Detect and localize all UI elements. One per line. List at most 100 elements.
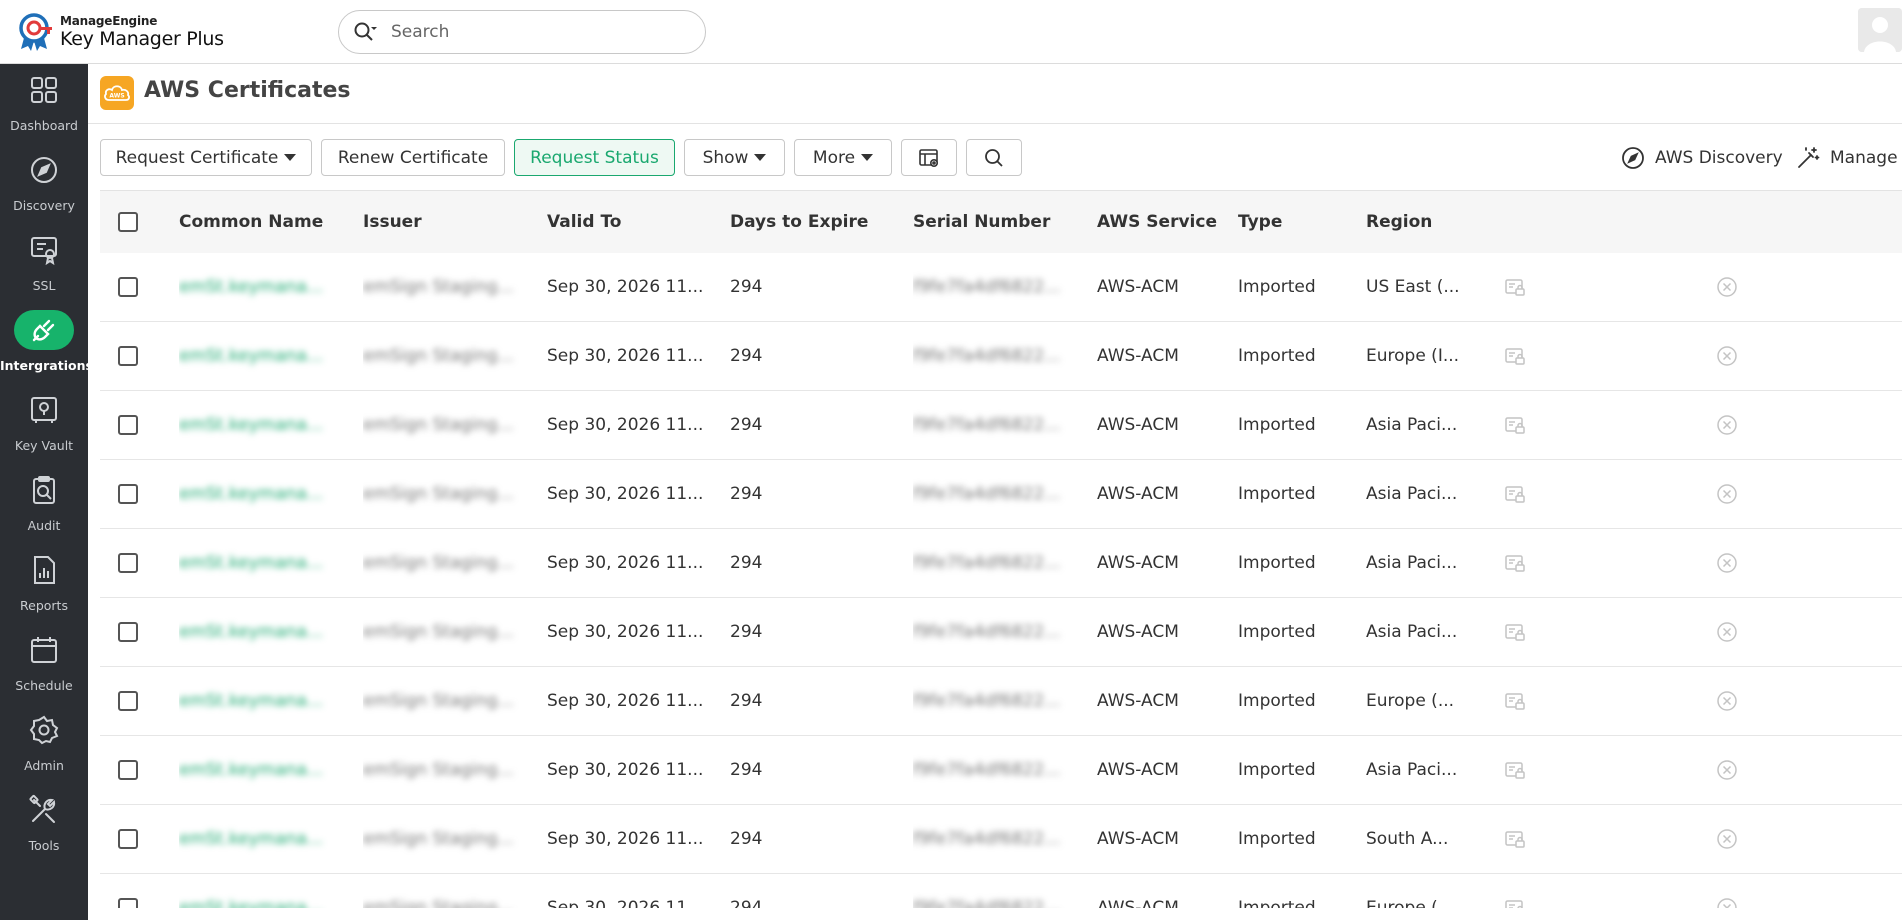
sidebar-item-dashboard[interactable]: Dashboard <box>0 64 88 144</box>
certificate-lock-icon[interactable] <box>1504 621 1526 643</box>
sidebar-item-audit[interactable]: Audit <box>0 464 88 544</box>
table-row[interactable]: emSt.keymana... emSign Staging... Sep 30, … <box>100 598 1902 667</box>
common-name-link-text[interactable]: emSt.keymana... <box>179 346 323 366</box>
common-name-link[interactable]: emSt.keymana... <box>179 529 363 598</box>
common-name-link[interactable]: emSt.keymana... <box>179 598 363 667</box>
region-cell: South A... <box>1366 805 1496 874</box>
search-input[interactable] <box>391 22 671 42</box>
row-checkbox[interactable] <box>118 346 138 366</box>
select-all-checkbox[interactable] <box>118 211 138 232</box>
close-circle-icon[interactable] <box>1716 759 1738 781</box>
common-name-link[interactable]: emSt.keymana... <box>179 391 363 460</box>
common-name-link-text[interactable]: emSt.keymana... <box>179 277 323 297</box>
column-header-days-to-expire[interactable]: Days to Expire <box>730 191 913 253</box>
column-header-common-name[interactable]: Common Name <box>179 191 363 253</box>
column-header-type[interactable]: Type <box>1238 191 1366 253</box>
common-name-link-text[interactable]: emSt.keymana... <box>179 829 323 849</box>
table-row[interactable]: emSt.keymana... emSign Staging... Sep 30, … <box>100 391 1902 460</box>
table-row[interactable]: emSt.keymana... emSign Staging... Sep 30, … <box>100 529 1902 598</box>
table-row[interactable]: emSt.keymana... emSign Staging... Sep 30, … <box>100 460 1902 529</box>
sidebar-item-reports[interactable]: Reports <box>0 544 88 624</box>
close-circle-icon[interactable] <box>1716 828 1738 850</box>
close-circle-icon[interactable] <box>1716 483 1738 505</box>
common-name-link-text[interactable]: emSt.keymana... <box>179 553 323 573</box>
sidebar-item-ssl[interactable]: SSL <box>0 224 88 304</box>
request-certificate-button[interactable]: Request Certificate <box>100 139 312 176</box>
more-dropdown-button[interactable]: More <box>794 139 892 176</box>
manage-link[interactable]: Manage <box>1796 146 1898 170</box>
global-search[interactable] <box>338 10 706 54</box>
certificate-lock-icon[interactable] <box>1504 276 1526 298</box>
type-cell-text: Imported <box>1238 760 1316 780</box>
close-circle-icon[interactable] <box>1716 552 1738 574</box>
sidebar-item-schedule[interactable]: Schedule <box>0 624 88 704</box>
common-name-link-text[interactable]: emSt.keymana... <box>179 691 323 711</box>
table-row[interactable]: emSt.keymana... emSign Staging... Sep 30, … <box>100 805 1902 874</box>
column-header-issuer[interactable]: Issuer <box>363 191 547 253</box>
certificate-lock-icon[interactable] <box>1504 345 1526 367</box>
column-header-serial-number[interactable]: Serial Number <box>913 191 1097 253</box>
common-name-link[interactable]: emSt.keymana... <box>179 667 363 736</box>
renew-certificate-button[interactable]: Renew Certificate <box>321 139 505 176</box>
row-checkbox[interactable] <box>118 898 138 908</box>
certificate-lock-icon[interactable] <box>1504 483 1526 505</box>
table-row[interactable]: emSt.keymana... emSign Staging... Sep 30, … <box>100 322 1902 391</box>
close-circle-icon[interactable] <box>1716 690 1738 712</box>
common-name-link[interactable]: emSt.keymana... <box>179 253 363 322</box>
row-select-cell <box>100 805 179 874</box>
user-avatar[interactable] <box>1858 8 1902 52</box>
row-select-cell <box>100 391 179 460</box>
common-name-link[interactable]: emSt.keymana... <box>179 874 363 908</box>
search-icon[interactable] <box>353 21 377 43</box>
close-circle-icon[interactable] <box>1716 414 1738 436</box>
column-chooser-button[interactable] <box>901 139 957 176</box>
sidebar-item-discovery[interactable]: Discovery <box>0 144 88 224</box>
row-checkbox[interactable] <box>118 553 138 573</box>
certificate-lock-icon[interactable] <box>1504 690 1526 712</box>
sidebar-item-admin[interactable]: Admin <box>0 704 88 784</box>
row-checkbox[interactable] <box>118 415 138 435</box>
row-checkbox[interactable] <box>118 622 138 642</box>
column-header-valid-to[interactable]: Valid To <box>547 191 730 253</box>
common-name-link[interactable]: emSt.keymana... <box>179 322 363 391</box>
close-circle-icon[interactable] <box>1716 897 1738 908</box>
sidebar-item-key-vault[interactable]: Key Vault <box>0 384 88 464</box>
certificate-lock-icon[interactable] <box>1504 828 1526 850</box>
certificate-lock-icon[interactable] <box>1504 414 1526 436</box>
column-header-aws-service[interactable]: AWS Service <box>1097 191 1238 253</box>
sidebar-item-tools[interactable]: Tools <box>0 784 88 864</box>
row-checkbox[interactable] <box>118 276 138 297</box>
aws-discovery-link[interactable]: AWS Discovery <box>1621 146 1783 170</box>
row-checkbox[interactable] <box>118 760 138 780</box>
common-name-link[interactable]: emSt.keymana... <box>179 805 363 874</box>
table-row[interactable]: emSt.keymana... emSign Staging... Sep 30, … <box>100 874 1902 908</box>
request-status-button[interactable]: Request Status <box>514 139 675 176</box>
certificate-lock-icon[interactable] <box>1504 759 1526 781</box>
row-checkbox[interactable] <box>118 829 138 849</box>
sidebar-item-integrations[interactable]: Intergrations <box>0 304 93 384</box>
row-action-cell <box>1496 736 1712 805</box>
common-name-link-text[interactable]: emSt.keymana... <box>179 484 323 504</box>
column-header-region[interactable]: Region <box>1366 191 1496 253</box>
common-name-link-text[interactable]: emSt.keymana... <box>179 898 323 908</box>
table-row[interactable]: emSt.keymana... emSign Staging... Sep 30, … <box>100 667 1902 736</box>
common-name-link[interactable]: emSt.keymana... <box>179 460 363 529</box>
common-name-link-text[interactable]: emSt.keymana... <box>179 622 323 642</box>
table-search-button[interactable] <box>966 139 1022 176</box>
row-checkbox[interactable] <box>118 484 138 504</box>
close-circle-icon[interactable] <box>1716 276 1738 298</box>
common-name-link-text[interactable]: emSt.keymana... <box>179 760 323 780</box>
common-name-link-text[interactable]: emSt.keymana... <box>179 415 323 435</box>
common-name-link[interactable]: emSt.keymana... <box>179 736 363 805</box>
certificate-lock-icon[interactable] <box>1504 897 1526 908</box>
row-checkbox[interactable] <box>118 691 138 711</box>
close-circle-icon[interactable] <box>1716 621 1738 643</box>
close-circle-icon[interactable] <box>1716 345 1738 367</box>
calendar-icon <box>28 634 60 666</box>
certificate-lock-icon[interactable] <box>1504 552 1526 574</box>
aws-service-cell: AWS-ACM <box>1097 529 1238 598</box>
table-row[interactable]: emSt.keymana... emSign Staging... Sep 30, … <box>100 736 1902 805</box>
app-logo[interactable]: ManageEngine Key Manager Plus <box>18 12 224 52</box>
show-dropdown-button[interactable]: Show <box>684 139 785 176</box>
table-row[interactable]: emSt.keymana... emSign Staging... Sep 30, … <box>100 253 1902 322</box>
